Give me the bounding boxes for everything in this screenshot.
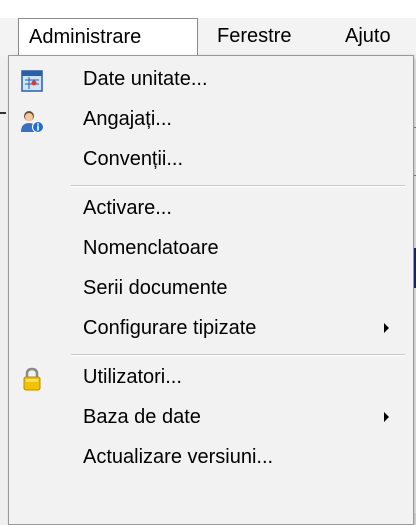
menu-item-label: Configurare tipizate [83,317,257,339]
menu-item-label: Baza de date [83,406,201,428]
menu-item-label: Date unitate... [83,68,208,90]
menu-item-actualizare-versiuni[interactable]: Actualizare versiuni... [9,440,413,478]
submenu-arrow-icon [384,323,389,333]
menu-item-label: Utilizatori... [83,366,182,388]
menu-administrare[interactable]: Administrare [18,18,198,56]
menu-item-utilizatori[interactable]: Utilizatori... [9,360,413,398]
menu-item-angajati[interactable]: Angajați... [9,102,413,140]
menu-separator [71,185,405,187]
unit-data-icon [19,68,45,94]
menu-item-date-unitate[interactable]: Date unitate... [9,62,413,100]
menu-ajutor[interactable]: Ajuto [340,18,391,56]
menu-item-serii-documente[interactable]: Serii documente [9,271,413,309]
menu-item-baza-de-date[interactable]: Baza de date [9,400,413,438]
menu-ferestre[interactable]: Ferestre [204,18,291,56]
menu-item-nomenclatoare[interactable]: Nomenclatoare [9,231,413,269]
window-top-strip [0,0,416,18]
menu-item-label: Activare... [83,197,172,219]
menu-item-label: Actualizare versiuni... [83,446,274,468]
menu-item-conventii[interactable]: Convenții... [9,142,413,180]
submenu-arrow-icon [384,412,389,422]
background-tick [0,112,6,114]
menu-separator [71,354,405,356]
menu-item-configurare-tipizate[interactable]: Configurare tipizate [9,311,413,349]
menu-item-label: Angajați... [83,108,172,130]
employees-icon [19,108,45,134]
menu-item-label: Serii documente [83,277,228,299]
administrare-dropdown: Date unitate... Angajați... Convenții...… [8,55,414,525]
menu-item-activare[interactable]: Activare... [9,191,413,229]
menu-item-label: Nomenclatoare [83,237,219,259]
menu-item-label: Convenții... [83,148,184,170]
menu-bar: Administrare Ferestre Ajuto [0,0,416,56]
lock-icon [19,366,45,392]
